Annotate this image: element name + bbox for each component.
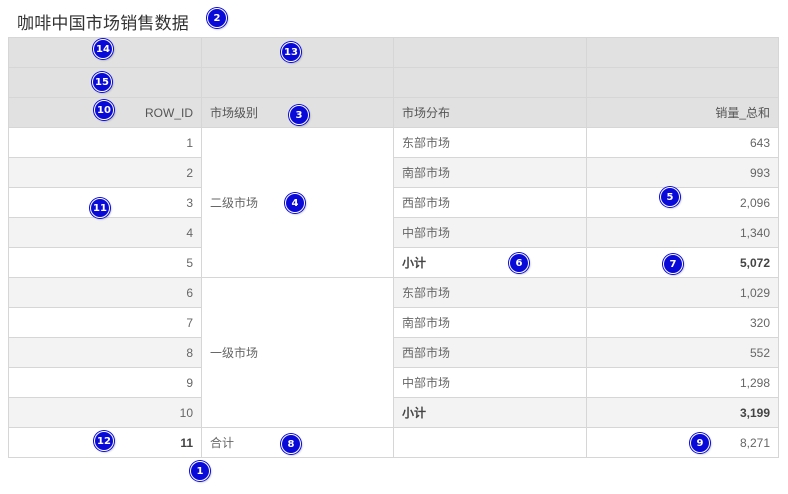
row-id-cell: 8 (8, 337, 202, 368)
total-empty-cell (393, 427, 587, 458)
region-cell: 南部市场 (393, 157, 587, 188)
total-sales-cell: 8,271 (586, 427, 779, 458)
page-title: 咖啡中国市场销售数据 (17, 14, 189, 33)
region-cell: 中部市场 (393, 217, 587, 248)
row-id-cell: 6 (8, 277, 202, 308)
annotation-marker: 9 (690, 433, 710, 453)
header-cell (586, 67, 779, 98)
row-id-cell: 9 (8, 367, 202, 398)
region-cell: 西部市场 (393, 187, 587, 218)
table-row: 6 一级市场 东部市场 1,029 (8, 277, 779, 428)
region-cell: 西部市场 (393, 337, 587, 368)
header-row-blank-2 (8, 67, 779, 98)
header-row-blank-1 (8, 37, 779, 68)
region-cell: 东部市场 (393, 127, 587, 158)
column-header-sales-total[interactable]: 销量_总和 (586, 97, 779, 128)
subtotal-label-cell: 小计 (393, 397, 587, 428)
sales-cell: 552 (586, 337, 779, 368)
annotation-marker: 6 (509, 253, 529, 273)
sales-cell: 993 (586, 157, 779, 188)
row-id-cell: 7 (8, 307, 202, 338)
subtotal-row: 10 小计 3,199 (8, 397, 779, 428)
sales-cell: 320 (586, 307, 779, 338)
sales-cell: 1,298 (586, 367, 779, 398)
header-cell (393, 37, 587, 68)
annotation-marker: 14 (93, 39, 113, 59)
column-header-market-region[interactable]: 市场分布 (393, 97, 587, 128)
table-row: 4 中部市场 1,340 (8, 217, 779, 248)
subtotal-sales-cell: 3,199 (586, 397, 779, 428)
annotation-marker: 5 (660, 187, 680, 207)
annotation-marker: 13 (281, 42, 301, 62)
annotation-marker: 15 (92, 72, 112, 92)
header-cell (393, 67, 587, 98)
region-cell: 中部市场 (393, 367, 587, 398)
annotation-marker: 1 (190, 461, 210, 481)
sales-cell: 1,029 (586, 277, 779, 308)
row-id-cell: 10 (8, 397, 202, 428)
annotation-marker: 3 (289, 105, 309, 125)
annotation-marker: 4 (285, 193, 305, 213)
annotation-marker: 11 (90, 198, 110, 218)
table-row: 1 二级市场 东部市场 643 (8, 127, 779, 278)
table-row: 8 西部市场 552 (8, 337, 779, 368)
region-cell: 东部市场 (393, 277, 587, 308)
grand-total-row: 11 合计 8,271 (8, 427, 779, 458)
table-row: 9 中部市场 1,298 (8, 367, 779, 398)
annotation-marker: 8 (281, 434, 301, 454)
row-id-cell: 1 (8, 127, 202, 158)
sales-cell: 643 (586, 127, 779, 158)
header-cell (586, 37, 779, 68)
column-header-row: ROW_ID 市场级别 市场分布 销量_总和 (8, 97, 779, 128)
annotation-marker: 7 (663, 254, 683, 274)
annotation-marker: 2 (207, 8, 227, 28)
annotation-marker: 10 (94, 100, 114, 120)
table-row: 7 南部市场 320 (8, 307, 779, 338)
row-id-cell: 2 (8, 157, 202, 188)
row-id-cell: 4 (8, 217, 202, 248)
region-cell: 南部市场 (393, 307, 587, 338)
sales-cell: 1,340 (586, 217, 779, 248)
row-id-cell: 5 (8, 247, 202, 278)
subtotal-label-cell: 小计 (393, 247, 587, 278)
header-cell (201, 67, 394, 98)
sales-report-table: ROW_ID 市场级别 市场分布 销量_总和 1 二级市场 东部市场 643 2… (8, 37, 779, 458)
table-row: 2 南部市场 993 (8, 157, 779, 188)
annotation-marker: 12 (94, 431, 114, 451)
market-level-cell: 一级市场 (201, 277, 394, 428)
sales-cell: 2,096 (586, 187, 779, 218)
